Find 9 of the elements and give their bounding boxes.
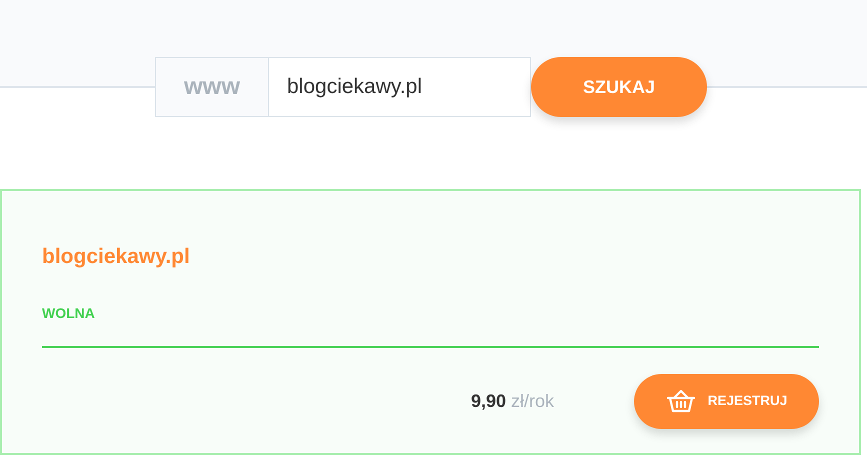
status-label: WOLNA	[42, 304, 96, 322]
domain-name: blogciekawy.pl	[42, 244, 191, 270]
register-button[interactable]: REJESTRUJ	[634, 374, 819, 428]
price-unit: zł/rok	[510, 390, 554, 412]
www-prefix: www	[155, 57, 269, 117]
domain-search-field[interactable]: blogciekawy.pl	[269, 57, 531, 117]
search-button[interactable]: SZUKAJ	[531, 57, 707, 117]
price: 9,90	[470, 390, 506, 412]
basket-icon	[666, 388, 696, 414]
